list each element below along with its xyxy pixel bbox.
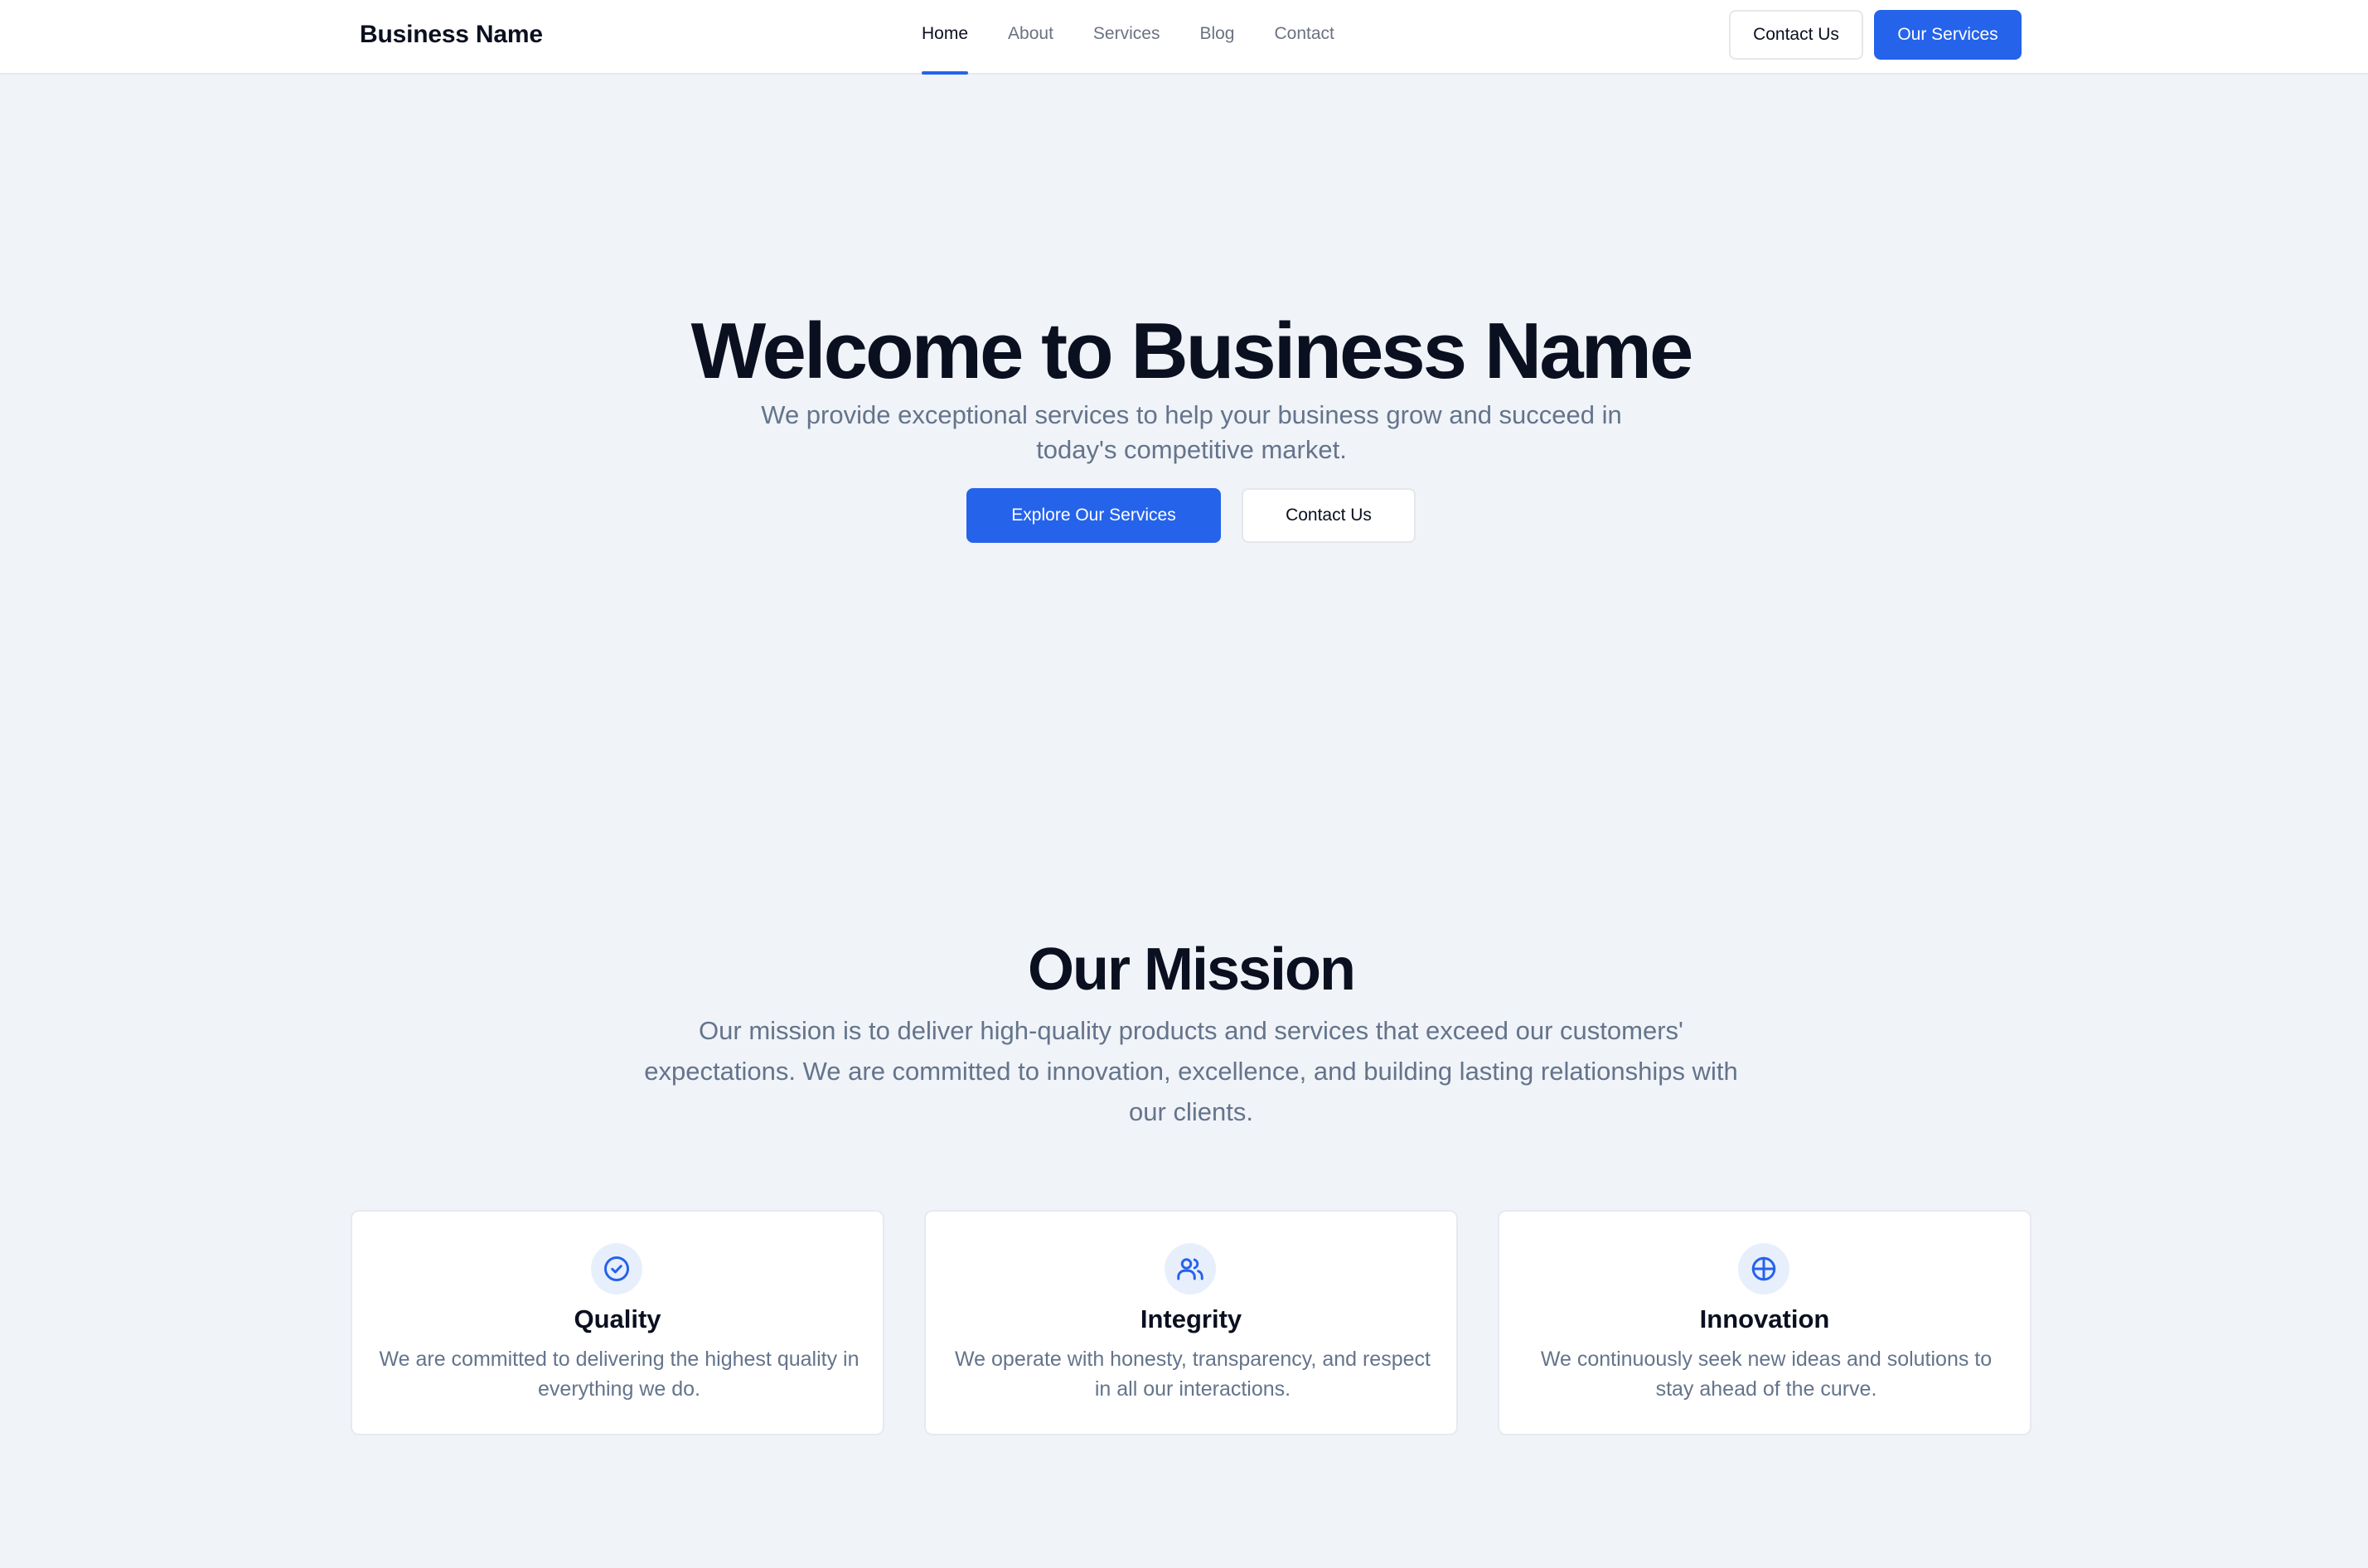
card-innovation: Innovation We continuously seek new idea… [1498, 1210, 2031, 1435]
card-title: Innovation [1699, 1304, 1830, 1333]
mission-title: Our Mission [1027, 936, 1356, 1003]
users-icon [1165, 1243, 1216, 1295]
hero-title: Welcome to Business Name [690, 307, 1694, 395]
explore-services-button[interactable]: Explore Our Services [966, 488, 1221, 543]
hero-actions: Explore Our Services Contact Us [966, 488, 1416, 543]
check-circle-icon [591, 1243, 642, 1295]
header-services-button[interactable]: Our Services [1874, 10, 2022, 60]
nav-item-blog[interactable]: Blog [1199, 0, 1234, 75]
nav-item-about[interactable]: About [1008, 0, 1053, 75]
hero-subtitle: We provide exceptional services to help … [761, 400, 1622, 464]
mission-cards: Quality We are committed to delivering t… [351, 1210, 2031, 1435]
card-integrity: Integrity We operate with honesty, trans… [924, 1210, 1458, 1435]
card-description: We continuously seek new ideas and solut… [1540, 1348, 1993, 1401]
crosshair-icon [1738, 1243, 1789, 1295]
card-description: We are committed to delivering the highe… [379, 1348, 860, 1401]
header-contact-button[interactable]: Contact Us [1729, 10, 1863, 60]
card-quality: Quality We are committed to delivering t… [351, 1210, 884, 1435]
nav-item-home[interactable]: Home [922, 0, 969, 75]
brand-name[interactable]: Business Name [360, 18, 543, 51]
nav-item-services[interactable]: Services [1093, 0, 1160, 75]
nav-item-contact[interactable]: Contact [1274, 0, 1334, 75]
card-title: Quality [574, 1304, 661, 1333]
site-header: Business Name Home About Services Blog C… [0, 0, 2368, 75]
mission-text: Our mission is to deliver high-quality p… [644, 1016, 1738, 1126]
main-nav: Home About Services Blog Contact [922, 0, 1334, 75]
card-description: We operate with honesty, transparency, a… [955, 1348, 1431, 1401]
card-title: Integrity [1140, 1304, 1242, 1333]
hero-contact-button[interactable]: Contact Us [1242, 488, 1416, 543]
